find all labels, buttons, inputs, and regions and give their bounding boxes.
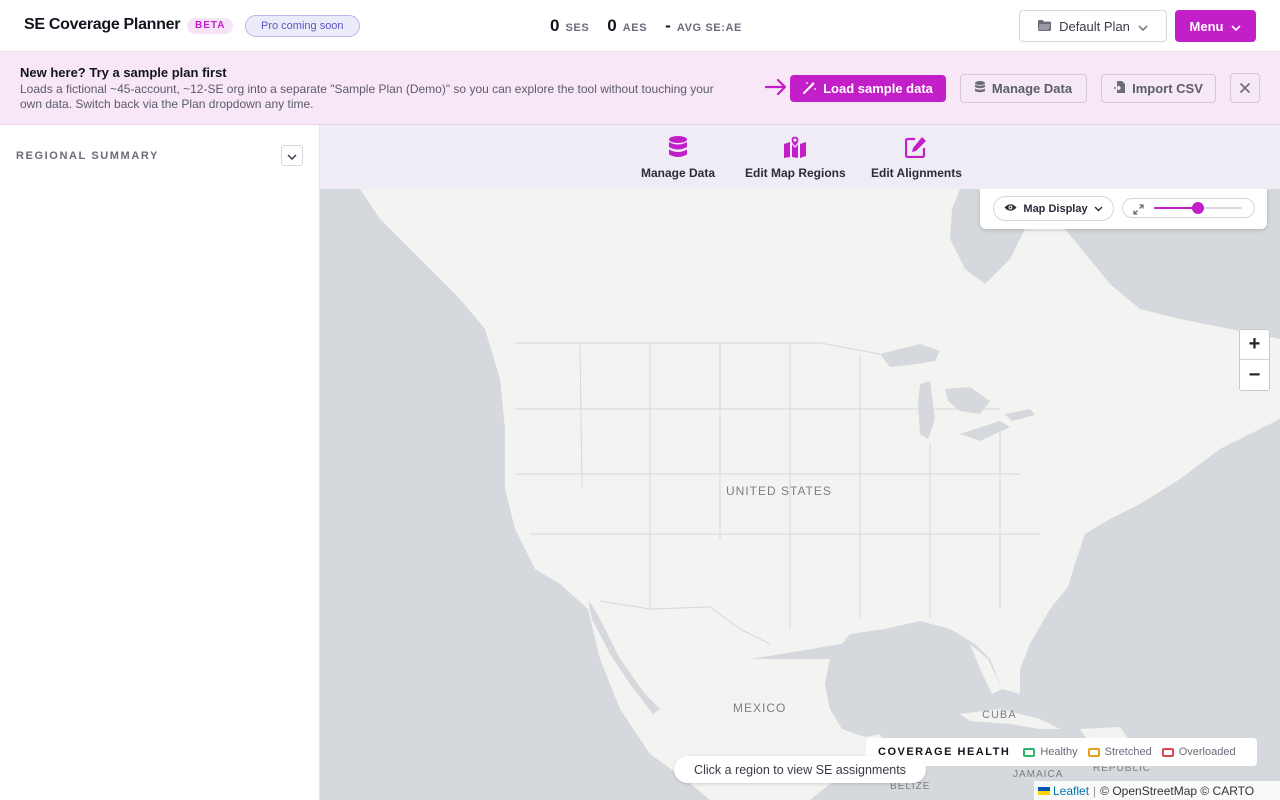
- map-display-button[interactable]: Map Display: [993, 196, 1114, 221]
- eye-icon: [1004, 203, 1017, 215]
- folder-icon: [1038, 19, 1052, 34]
- stat-ratio-label: AVG SE:AE: [676, 22, 742, 34]
- opacity-slider-track[interactable]: [1154, 202, 1242, 214]
- chevron-down-icon: [1231, 19, 1242, 34]
- legend-swatch-overloaded: [1161, 747, 1174, 757]
- chevron-down-icon: [287, 147, 297, 165]
- attribution-separator: |: [1093, 783, 1097, 798]
- zoom-control: + −: [1239, 329, 1270, 391]
- file-import-icon: [1114, 81, 1126, 96]
- edit-alignments-label: Edit Alignments: [871, 166, 962, 180]
- label-united-states: UNITED STATES: [726, 484, 832, 498]
- plan-selector[interactable]: Default Plan: [1019, 10, 1167, 42]
- stat-ratio: - AVG SE:AE: [665, 16, 742, 36]
- legend-swatch-stretched: [1087, 747, 1100, 757]
- close-icon: [1240, 80, 1250, 97]
- attribution-text: © OpenStreetMap © CARTO: [1100, 783, 1255, 798]
- stat-aes: 0 AES: [607, 16, 647, 36]
- edit-map-regions-button[interactable]: Edit Map Regions: [745, 135, 846, 180]
- app-title: SE Coverage Planner: [24, 16, 181, 33]
- legend-item-healthy: Healthy: [1023, 746, 1078, 758]
- menu-button[interactable]: Menu: [1175, 10, 1256, 42]
- legend-label-overloaded: Overloaded: [1178, 746, 1236, 758]
- banner-manage-data-button[interactable]: Manage Data: [960, 74, 1087, 103]
- legend-swatch-healthy: [1023, 747, 1036, 757]
- import-csv-button[interactable]: Import CSV: [1101, 74, 1216, 103]
- legend-label-stretched: Stretched: [1104, 746, 1152, 758]
- stat-aes-label: AES: [622, 22, 648, 34]
- legend-item-overloaded: Overloaded: [1161, 746, 1236, 758]
- stat-ses: 0 SES: [550, 16, 589, 36]
- arrow-right-icon: [764, 78, 787, 98]
- edit-alignments-button[interactable]: Edit Alignments: [871, 136, 962, 180]
- stat-aes-value: 0: [607, 16, 617, 35]
- toolbar-manage-data-button[interactable]: Manage Data: [641, 136, 715, 180]
- edit-icon: [905, 136, 927, 161]
- coverage-health-legend: COVERAGE HEALTH Healthy Stretched Overlo…: [866, 738, 1257, 766]
- legend-label-healthy: Healthy: [1040, 746, 1078, 758]
- label-cuba: CUBA: [982, 709, 1017, 721]
- load-sample-data-label: Load sample data: [823, 81, 933, 96]
- zoom-out-button[interactable]: −: [1240, 360, 1269, 390]
- chevron-down-icon: [1138, 19, 1148, 34]
- chevron-down-icon: [1094, 203, 1103, 215]
- close-banner-button[interactable]: [1230, 73, 1260, 103]
- map-hint: Click a region to view SE assignments: [674, 756, 926, 783]
- beta-badge: BETA: [187, 18, 234, 34]
- database-icon: [669, 136, 688, 161]
- ukraine-flag-icon: [1038, 786, 1050, 795]
- pro-coming-soon-pill: Pro coming soon: [245, 15, 360, 37]
- edit-map-regions-label: Edit Map Regions: [745, 166, 846, 180]
- database-icon: [974, 81, 985, 96]
- menu-button-label: Menu: [1189, 18, 1224, 34]
- map-display-label: Map Display: [1023, 202, 1088, 215]
- banner-description: Loads a fictional ~45-account, ~12-SE or…: [20, 82, 714, 111]
- map-attribution: Leaflet | © OpenStreetMap © CARTO: [1034, 781, 1280, 800]
- top-header: SE Coverage Planner BETA Pro coming soon…: [0, 0, 1280, 52]
- opacity-slider-control[interactable]: [1122, 198, 1255, 218]
- map-toolbar: Manage Data Edit Map Regions Edit Alignm…: [320, 125, 1280, 189]
- stat-ses-label: SES: [565, 22, 590, 34]
- opacity-slider-thumb[interactable]: [1192, 202, 1204, 214]
- sample-plan-banner: New here? Try a sample plan first Loads …: [0, 52, 1280, 125]
- label-mexico: MEXICO: [733, 701, 787, 715]
- coverage-map[interactable]: UNITED STATES MEXICO CUBA JAMAICA REPUBL…: [320, 189, 1280, 800]
- import-csv-label: Import CSV: [1132, 81, 1203, 96]
- stat-ratio-value: -: [665, 16, 671, 35]
- banner-title: New here? Try a sample plan first: [20, 65, 227, 80]
- load-sample-data-button[interactable]: Load sample data: [790, 75, 946, 102]
- stat-ses-value: 0: [550, 16, 560, 35]
- regional-summary-sidebar: REGIONAL SUMMARY: [0, 125, 320, 800]
- zoom-in-button[interactable]: +: [1240, 330, 1269, 360]
- label-jamaica: JAMAICA: [1013, 769, 1064, 780]
- toolbar-manage-data-label: Manage Data: [641, 166, 716, 180]
- expand-icon: [1133, 202, 1144, 220]
- map-display-panel: Map Display: [980, 189, 1267, 229]
- plan-selector-label: Default Plan: [1059, 18, 1130, 34]
- banner-manage-data-label: Manage Data: [991, 81, 1073, 96]
- header-stats: 0 SES 0 AES - AVG SE:AE: [550, 16, 760, 36]
- map-location-icon: [784, 135, 807, 161]
- magic-wand-icon: [803, 81, 816, 97]
- collapse-sidebar-button[interactable]: [281, 145, 303, 166]
- regional-summary-title: REGIONAL SUMMARY: [16, 150, 159, 162]
- leaflet-link[interactable]: Leaflet: [1053, 784, 1089, 798]
- legend-item-stretched: Stretched: [1087, 746, 1152, 758]
